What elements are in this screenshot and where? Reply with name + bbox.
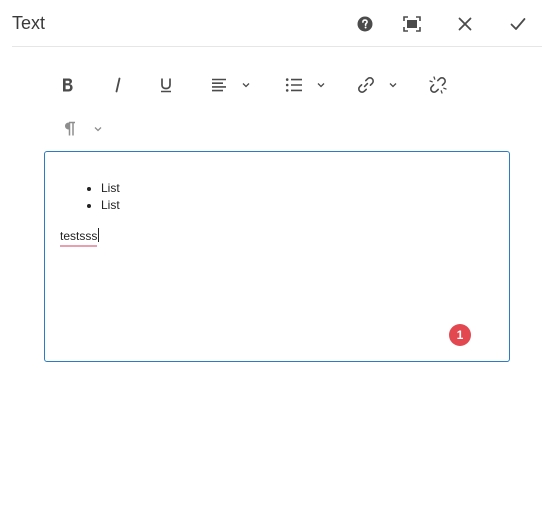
italic-button[interactable]	[108, 71, 128, 99]
italic-icon	[112, 77, 124, 93]
dialog-header: Text	[12, 0, 542, 47]
check-icon	[510, 17, 526, 31]
done-button[interactable]	[505, 11, 531, 37]
notification-badge[interactable]: 1	[449, 324, 471, 346]
rich-text-editor[interactable]: List List testsss 1	[44, 151, 510, 362]
chevron-down-icon	[94, 126, 102, 132]
align-dropdown[interactable]	[206, 71, 254, 99]
close-icon	[458, 17, 472, 31]
list-item: List	[101, 197, 120, 214]
paragraph-icon	[63, 121, 77, 137]
help-icon	[357, 16, 373, 32]
fullscreen-icon	[403, 16, 421, 32]
bold-icon	[61, 77, 75, 93]
close-button[interactable]	[452, 11, 478, 37]
align-icon	[210, 77, 228, 93]
list-dropdown[interactable]	[281, 71, 329, 99]
fullscreen-button[interactable]	[399, 11, 425, 37]
bullet-list: List List	[85, 180, 120, 214]
link-icon	[357, 76, 375, 94]
link-dropdown[interactable]	[353, 71, 401, 99]
chevron-down-icon	[317, 82, 325, 88]
dialog-title: Text	[12, 13, 46, 33]
misspelled-word: testsss	[60, 229, 98, 247]
text-cursor	[98, 228, 100, 242]
help-button[interactable]	[352, 11, 378, 37]
chevron-down-icon	[389, 82, 397, 88]
bold-button[interactable]	[58, 71, 78, 99]
paragraph-format-dropdown[interactable]	[59, 115, 105, 143]
editor-paragraph: testsss	[60, 228, 100, 247]
underline-button[interactable]	[156, 71, 176, 99]
list-icon	[285, 77, 303, 93]
unlink-icon	[429, 76, 447, 94]
chevron-down-icon	[242, 82, 250, 88]
underline-icon	[159, 77, 173, 93]
list-item: List	[101, 180, 120, 197]
unlink-button[interactable]	[427, 71, 449, 99]
